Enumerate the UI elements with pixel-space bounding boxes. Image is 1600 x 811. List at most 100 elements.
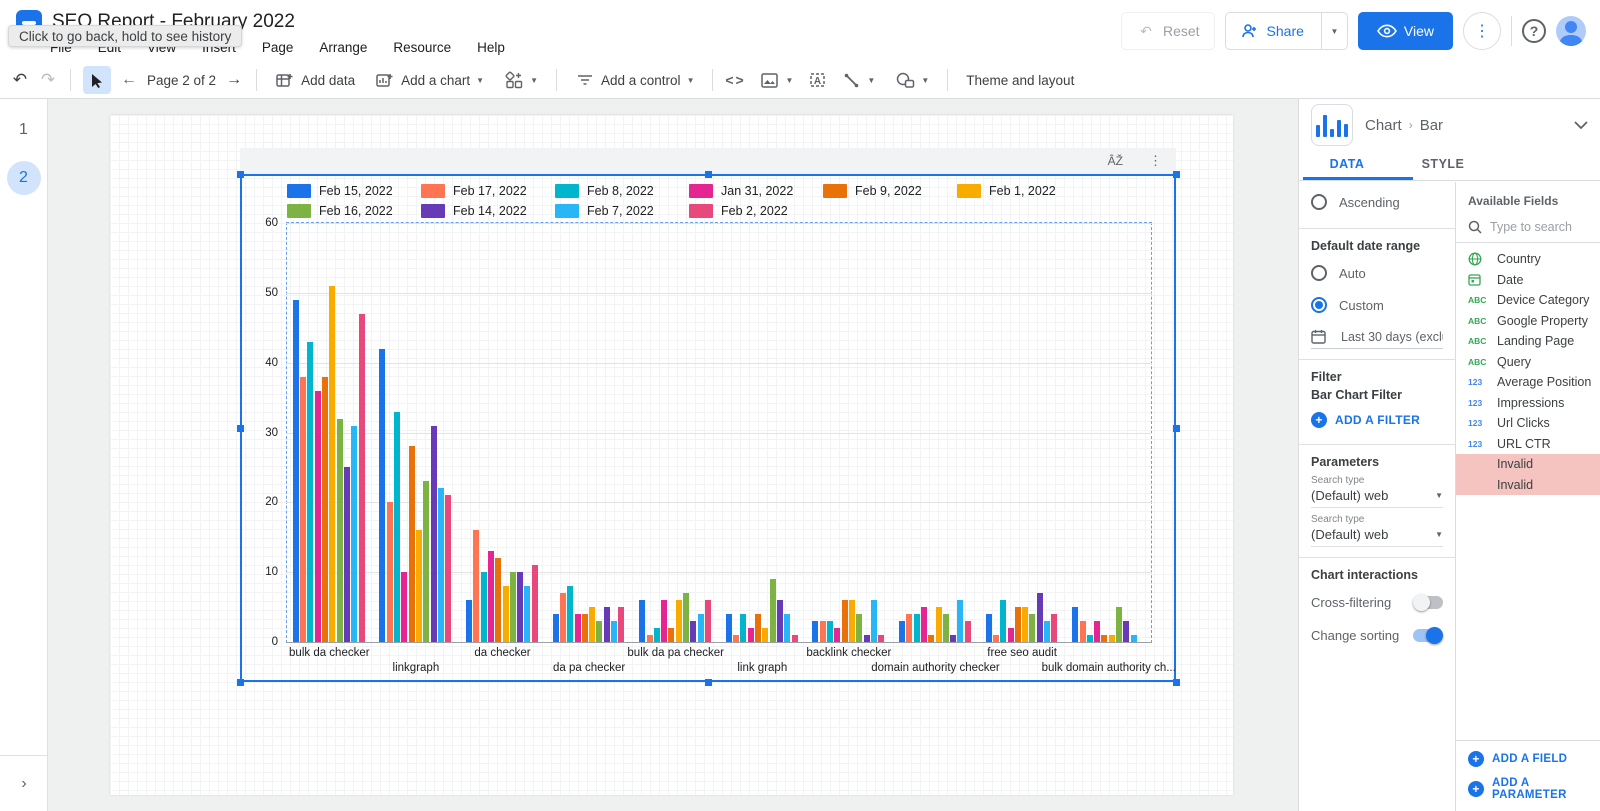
selection-handle[interactable] xyxy=(1173,425,1180,432)
bar-feb-17-2022[interactable] xyxy=(993,635,999,642)
field-impressions[interactable]: 123Impressions xyxy=(1456,393,1600,414)
embed-code-icon[interactable]: <> xyxy=(725,70,745,90)
bar-jan-31-2022[interactable] xyxy=(1008,628,1014,642)
bar-feb-17-2022[interactable] xyxy=(906,614,912,642)
bar-feb-17-2022[interactable] xyxy=(1080,621,1086,642)
sort-az-icon[interactable]: ÂŽ xyxy=(1108,154,1123,168)
add-data-button[interactable]: Add data xyxy=(269,66,361,94)
bar-feb-14-2022[interactable] xyxy=(431,426,437,642)
bar-feb-1-2022[interactable] xyxy=(936,607,942,642)
field-invalid[interactable]: Invalid xyxy=(1456,475,1600,496)
bar-jan-31-2022[interactable] xyxy=(748,628,754,642)
chart-type-breadcrumb[interactable]: Chart › Bar xyxy=(1365,117,1443,134)
fields-search[interactable] xyxy=(1456,216,1600,243)
bar-jan-31-2022[interactable] xyxy=(401,572,407,642)
bar-feb-14-2022[interactable] xyxy=(1037,593,1043,642)
bar-feb-8-2022[interactable] xyxy=(567,586,573,642)
view-button[interactable]: View xyxy=(1358,12,1453,50)
bar-feb-8-2022[interactable] xyxy=(1087,635,1093,642)
custom-radio[interactable] xyxy=(1311,297,1327,313)
bar-feb-8-2022[interactable] xyxy=(1000,600,1006,642)
add-chart-button[interactable]: Add a chart ▼ xyxy=(369,66,490,94)
theme-layout-button[interactable]: Theme and layout xyxy=(960,69,1080,92)
parameter-value-dropdown[interactable]: (Default) web▼ xyxy=(1311,486,1443,508)
date-range-value[interactable]: Last 30 days (exclud... xyxy=(1311,321,1443,349)
redo-icon[interactable]: ↷ xyxy=(38,70,58,90)
field-device-category[interactable]: ABCDevice Category xyxy=(1456,290,1600,311)
bar-feb-17-2022[interactable] xyxy=(647,635,653,642)
bar-feb-9-2022[interactable] xyxy=(842,600,848,642)
bar-feb-9-2022[interactable] xyxy=(668,628,674,642)
community-visualizations-button[interactable]: ▼ xyxy=(498,66,544,94)
change-sorting-toggle[interactable] xyxy=(1413,629,1443,642)
image-tool[interactable]: ▼ xyxy=(753,66,799,94)
bar-feb-15-2022[interactable] xyxy=(466,600,472,642)
field-landing-page[interactable]: ABCLanding Page xyxy=(1456,331,1600,352)
field-country[interactable]: Country xyxy=(1456,249,1600,270)
legend-item[interactable]: Feb 7, 2022 xyxy=(555,204,689,218)
legend-item[interactable]: Feb 1, 2022 xyxy=(957,184,1091,198)
collapse-panel-chevron-icon[interactable] xyxy=(1574,121,1588,129)
bar-feb-8-2022[interactable] xyxy=(481,572,487,642)
bar-feb-16-2022[interactable] xyxy=(510,572,516,642)
bar-feb-17-2022[interactable] xyxy=(820,621,826,642)
legend-item[interactable]: Feb 14, 2022 xyxy=(421,204,555,218)
bar-feb-15-2022[interactable] xyxy=(726,614,732,642)
bar-feb-15-2022[interactable] xyxy=(379,349,385,642)
selection-handle[interactable] xyxy=(705,679,712,686)
field-average-position[interactable]: 123Average Position xyxy=(1456,372,1600,393)
bar-feb-2-2022[interactable] xyxy=(359,314,365,642)
legend-item[interactable]: Feb 16, 2022 xyxy=(287,204,421,218)
tab-data[interactable]: DATA xyxy=(1299,151,1395,180)
selection-handle[interactable] xyxy=(1173,679,1180,686)
bar-feb-7-2022[interactable] xyxy=(611,621,617,642)
add-a-parameter-button[interactable]: + ADD A PARAMETER xyxy=(1468,775,1600,803)
bar-feb-7-2022[interactable] xyxy=(438,488,444,642)
ascending-radio[interactable] xyxy=(1311,194,1327,210)
menu-arrange[interactable]: Arrange xyxy=(319,40,367,58)
bar-feb-1-2022[interactable] xyxy=(329,286,335,642)
bar-feb-14-2022[interactable] xyxy=(690,621,696,642)
page-thumb-1[interactable]: 1 xyxy=(7,113,41,147)
expand-pagenav-button[interactable]: › xyxy=(0,755,48,811)
bar-feb-16-2022[interactable] xyxy=(770,579,776,642)
shape-tool[interactable]: ▼ xyxy=(889,66,935,94)
prev-page-icon[interactable]: ← xyxy=(119,70,139,90)
bar-feb-16-2022[interactable] xyxy=(1029,614,1035,642)
text-box-icon[interactable]: A xyxy=(807,70,827,90)
bar-jan-31-2022[interactable] xyxy=(834,628,840,642)
bar-feb-7-2022[interactable] xyxy=(698,614,704,642)
menu-page[interactable]: Page xyxy=(262,40,294,58)
bar-jan-31-2022[interactable] xyxy=(661,600,667,642)
bar-feb-7-2022[interactable] xyxy=(1131,635,1137,642)
tab-style[interactable]: STYLE xyxy=(1395,151,1491,180)
bar-feb-17-2022[interactable] xyxy=(300,377,306,642)
share-button[interactable]: Share ▼ xyxy=(1225,12,1348,50)
bar-chart-type-icon[interactable] xyxy=(1311,104,1353,146)
bar-feb-9-2022[interactable] xyxy=(928,635,934,642)
legend-item[interactable]: Feb 9, 2022 xyxy=(823,184,957,198)
bar-feb-14-2022[interactable] xyxy=(777,600,783,642)
bar-feb-8-2022[interactable] xyxy=(827,621,833,642)
bar-jan-31-2022[interactable] xyxy=(921,607,927,642)
legend-item[interactable]: Feb 15, 2022 xyxy=(287,184,421,198)
bar-feb-16-2022[interactable] xyxy=(943,614,949,642)
page-indicator[interactable]: Page 2 of 2 xyxy=(147,73,216,88)
bar-feb-9-2022[interactable] xyxy=(582,614,588,642)
bar-feb-8-2022[interactable] xyxy=(394,412,400,642)
selection-handle[interactable] xyxy=(705,171,712,178)
field-query[interactable]: ABCQuery xyxy=(1456,352,1600,373)
bar-feb-16-2022[interactable] xyxy=(856,614,862,642)
bar-feb-2-2022[interactable] xyxy=(1051,614,1057,642)
legend-item[interactable]: Feb 2, 2022 xyxy=(689,204,823,218)
bar-feb-2-2022[interactable] xyxy=(878,635,884,642)
bar-feb-15-2022[interactable] xyxy=(899,621,905,642)
selection-handle[interactable] xyxy=(237,679,244,686)
share-dropdown-caret[interactable]: ▼ xyxy=(1321,13,1347,49)
bar-feb-15-2022[interactable] xyxy=(639,600,645,642)
bar-feb-8-2022[interactable] xyxy=(740,614,746,642)
menu-help[interactable]: Help xyxy=(477,40,505,58)
cross-filtering-toggle[interactable] xyxy=(1413,596,1443,609)
report-canvas[interactable]: ÂŽ ⋮ Feb 15, 2022Feb 17, 2022Feb 8, 20… xyxy=(48,99,1298,811)
menu-resource[interactable]: Resource xyxy=(393,40,451,58)
